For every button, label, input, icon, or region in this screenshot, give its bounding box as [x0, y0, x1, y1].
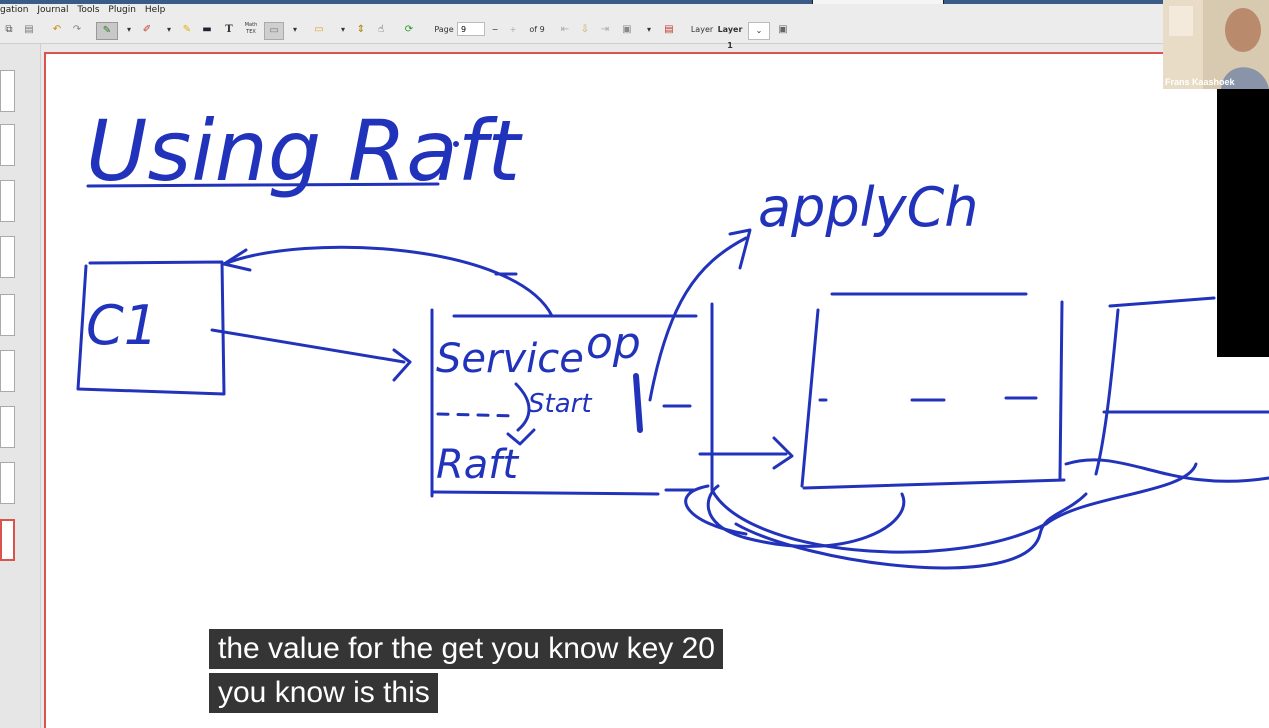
paste-icon[interactable]: ▤ [22, 22, 36, 38]
request-arrowhead [392, 348, 412, 382]
undo-icon[interactable]: ↶ [50, 22, 64, 38]
page-thumbnail[interactable] [0, 124, 15, 166]
applych-arrow [648, 236, 748, 402]
raft-label: Raft [436, 442, 519, 488]
last-page-icon[interactable]: ⇥ [598, 22, 612, 38]
first-page-icon[interactable]: ⇤ [558, 22, 572, 38]
diagram-title: Using Raft [86, 102, 523, 200]
service-label: Service [436, 336, 584, 382]
eraser-dropdown-icon[interactable]: ▾ [162, 22, 176, 38]
client-label: C1 [86, 294, 158, 357]
eraser-tool-icon[interactable]: ✐ [140, 22, 154, 38]
handwritten-diagram: Using Raft C1 Service op Start Raft appl… [76, 102, 1269, 570]
menu-bar: gation Journal Tools Plugin Help [0, 4, 1269, 17]
image-dropdown-icon[interactable]: ▾ [288, 22, 302, 38]
page-decrement-icon[interactable]: − [488, 22, 502, 38]
menu-item-plugin[interactable]: Plugin [108, 4, 136, 17]
side-black-panel [1217, 89, 1269, 357]
page-total: of 9 [529, 25, 545, 34]
refresh-icon[interactable]: ⟳ [402, 22, 416, 38]
vertical-space-icon[interactable]: ⇕ [354, 22, 368, 38]
layer-label: Layer [690, 25, 714, 34]
pen-tool-icon[interactable]: ✎ [96, 22, 118, 40]
next-annotated-page-icon[interactable]: ⇩ [578, 22, 592, 38]
page-thumbnail[interactable] [0, 462, 15, 504]
shape-tool-icon[interactable]: ▭ [312, 22, 326, 38]
menu-item-help[interactable]: Help [145, 4, 166, 17]
page-thumbnail[interactable] [0, 350, 15, 392]
pen-dropdown-icon[interactable]: ▾ [122, 22, 136, 38]
peer3-left [1094, 308, 1120, 476]
layer-panel-icon[interactable]: ▣ [776, 22, 790, 38]
image-tool-icon[interactable]: ▭ [264, 22, 284, 40]
replication-loop [710, 462, 1198, 554]
shape-dropdown-icon[interactable]: ▾ [336, 22, 350, 38]
page-thumbnail[interactable] [0, 70, 15, 112]
applych-label: applyCh [758, 176, 979, 239]
page-dropdown-icon[interactable]: ▾ [642, 22, 656, 38]
request-arrow [210, 328, 406, 364]
copy-icon[interactable]: ⧉ [2, 22, 16, 38]
op-label: op [586, 318, 641, 369]
layer-dropdown-icon[interactable]: ⌄ [748, 22, 770, 40]
text-cursor-mark [633, 373, 643, 433]
whiteboard-canvas[interactable]: Using Raft C1 Service op Start Raft appl… [44, 52, 1269, 728]
new-page-icon[interactable]: ▣ [620, 22, 634, 38]
layer-select[interactable]: Layer 1 [716, 22, 744, 50]
math-tex-icon[interactable]: Math TEX [244, 22, 258, 38]
delete-page-icon[interactable]: ▤ [662, 22, 676, 38]
menu-item-navigation[interactable]: gation [0, 4, 28, 17]
page-thumbnail[interactable] [0, 236, 15, 278]
menu-item-journal[interactable]: Journal [37, 4, 68, 17]
page-thumbnail[interactable] [0, 294, 15, 336]
page-label: Page [434, 25, 454, 34]
page-thumbnail[interactable] [0, 180, 15, 222]
page-thumbnail[interactable] [0, 406, 15, 448]
webcam-tile: Frans Kaashoek [1163, 0, 1269, 89]
hand-tool-icon[interactable]: ☝ [374, 22, 388, 38]
server-box-bottom [432, 490, 660, 496]
page-thumbnail-current[interactable] [0, 519, 15, 561]
applych-arrowhead [728, 228, 752, 270]
participant-name: Frans Kaashoek [1165, 77, 1235, 87]
peer2-left [800, 308, 820, 488]
reply-arc [222, 245, 554, 318]
peer3-top [1108, 296, 1216, 308]
menu-item-tools[interactable]: Tools [77, 4, 99, 17]
selection-rect-icon[interactable]: ▬ [200, 22, 214, 38]
webcam-video-feed [1163, 0, 1269, 89]
toolbar: ⧉ ▤ ↶ ↷ ✎ ▾ ✐ ▾ ✎ ▬ T Math TEX ▭ ▾ ▭ ▾ ⇕… [0, 17, 1269, 50]
replication-loop [684, 484, 748, 536]
text-tool-icon[interactable]: T [222, 22, 236, 38]
peer2-bottom [802, 478, 1066, 490]
page-increment-icon[interactable]: + [506, 22, 520, 38]
page-thumbnail-sidebar [0, 44, 41, 728]
caption-line: the value for the get you know key 20 [209, 629, 723, 669]
redo-icon[interactable]: ↷ [70, 22, 84, 38]
caption-line: you know is this [209, 673, 438, 713]
peer2-right [1058, 300, 1064, 480]
page-number-input[interactable]: 9 [457, 22, 485, 36]
highlighter-tool-icon[interactable]: ✎ [180, 22, 194, 38]
service-raft-divider [436, 412, 518, 418]
start-label: Start [528, 389, 592, 419]
